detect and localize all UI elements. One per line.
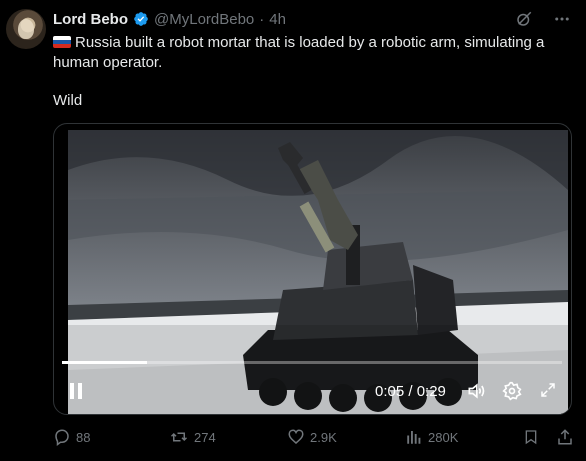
pause-icon[interactable] <box>68 382 84 405</box>
video-progress-bar[interactable] <box>62 361 562 364</box>
fullscreen-icon[interactable] <box>539 381 557 404</box>
video-player[interactable]: 0:05 / 0:29 <box>53 123 572 415</box>
volume-icon[interactable] <box>465 381 487 406</box>
share-button[interactable] <box>556 428 574 446</box>
avatar[interactable] <box>6 9 46 49</box>
video-frame[interactable] <box>68 130 568 414</box>
bookmark-button[interactable] <box>523 428 539 446</box>
post-actions: 88 274 2.9K 280K <box>53 428 573 448</box>
reply-icon <box>55 429 69 446</box>
post-text: Russia built a robot mortar that is load… <box>53 33 573 73</box>
verified-badge-icon <box>134 12 148 26</box>
settings-gear-icon[interactable] <box>502 381 522 406</box>
repost-icon <box>170 432 188 442</box>
post-body: Russia built a robot mortar that is load… <box>53 34 545 71</box>
views-icon <box>407 431 421 444</box>
like-button[interactable]: 2.9K <box>287 428 337 446</box>
repost-count: 274 <box>194 429 216 445</box>
video-timecode: 0:05 / 0:29 <box>375 383 446 400</box>
reply-count: 88 <box>76 429 91 445</box>
post-text-2: Wild <box>53 92 83 109</box>
heart-icon <box>288 429 304 444</box>
author-name[interactable]: Lord Bebo <box>53 11 128 28</box>
russia-flag-icon <box>53 36 71 48</box>
video-controls: 0:05 / 0:29 <box>54 376 571 406</box>
reply-button[interactable]: 88 <box>53 428 90 446</box>
post-header: Lord Bebo @MyLordBebo · 4h <box>53 9 286 29</box>
video-progress-fill <box>62 361 147 364</box>
grok-icon[interactable] <box>514 9 534 29</box>
like-count: 2.9K <box>310 429 337 445</box>
more-options-icon[interactable] <box>552 9 572 29</box>
separator-dot: · <box>259 10 265 28</box>
share-icon <box>558 429 572 445</box>
views-count: 280K <box>428 429 459 445</box>
author-handle[interactable]: @MyLordBebo <box>154 11 254 28</box>
views-button[interactable]: 280K <box>405 428 458 446</box>
repost-button[interactable]: 274 <box>169 428 216 446</box>
bookmark-icon <box>525 430 537 445</box>
post-time[interactable]: 4h <box>269 11 286 28</box>
